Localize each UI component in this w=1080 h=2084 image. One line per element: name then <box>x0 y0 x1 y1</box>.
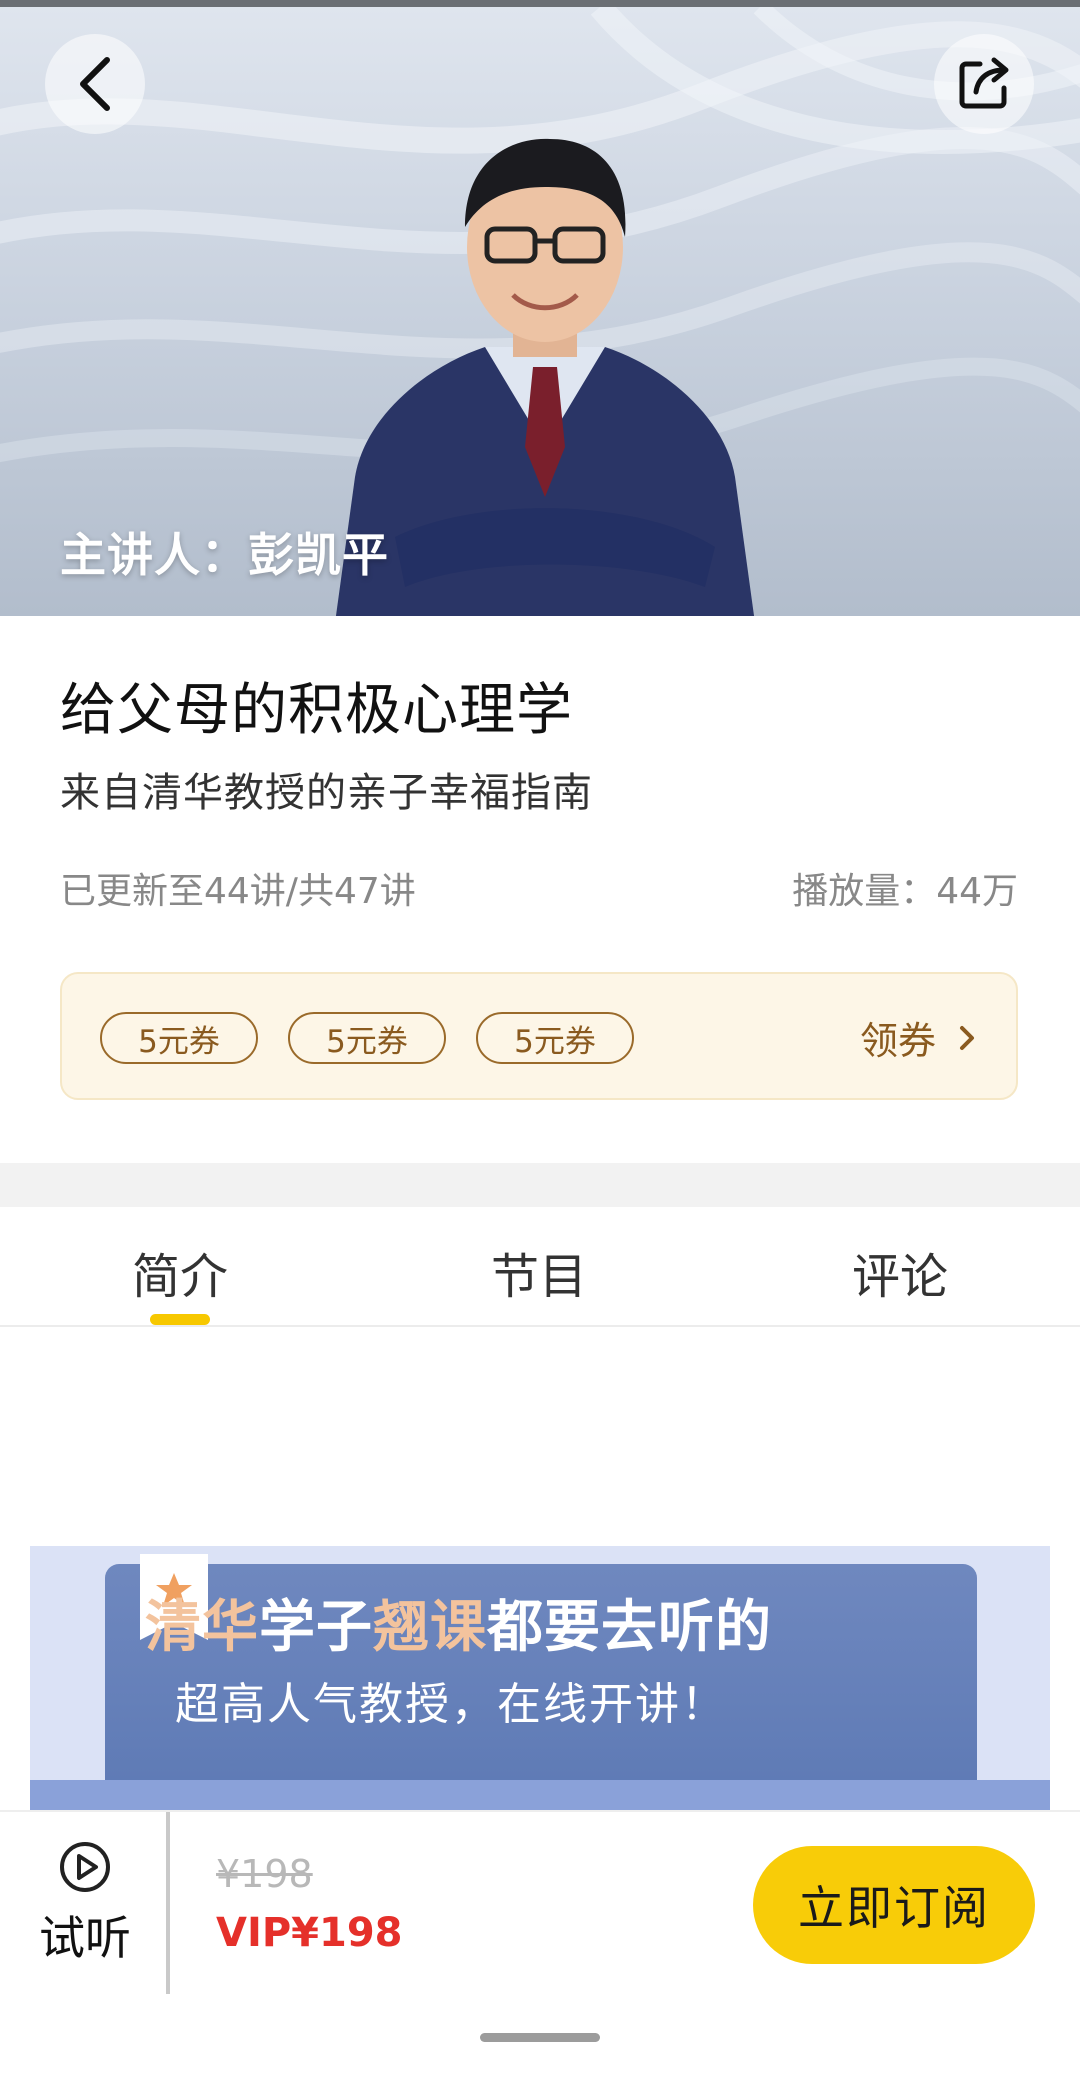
claim-coupon-label: 领券 <box>859 1019 936 1063</box>
coupon-badge[interactable]: 5元券 <box>476 1012 634 1064</box>
share-button[interactable] <box>934 34 1034 134</box>
trial-listen-label: 试听 <box>39 1911 131 1965</box>
active-tab-indicator <box>150 1314 210 1325</box>
banner-footer-strip <box>30 1780 1050 1810</box>
tab-bar: 简介 节目 评论 <box>0 1207 1080 1327</box>
chevron-left-icon <box>80 57 110 111</box>
coupon-panel[interactable]: 5元券 5元券 5元券 领券 <box>60 972 1018 1100</box>
purchase-bar: 试听 ¥198 VIP¥198 立即订阅 <box>0 1810 1080 2084</box>
original-price: ¥198 <box>216 1852 313 1896</box>
play-count: 播放量：44万 <box>792 871 1018 912</box>
back-button[interactable] <box>45 34 145 134</box>
chevron-right-icon <box>960 1025 974 1050</box>
course-title: 给父母的积极心理学 <box>60 678 573 743</box>
tab-program[interactable]: 节目 <box>439 1237 639 1307</box>
course-cover: 主讲人：彭凯平 <box>0 7 1080 616</box>
episode-progress: 已更新至44讲/共47讲 <box>60 871 416 912</box>
vip-price: VIP¥198 <box>216 1910 403 1956</box>
coupon-badge[interactable]: 5元券 <box>288 1012 446 1064</box>
home-indicator[interactable] <box>480 2033 600 2042</box>
promo-headline: 清华学子翘课都要去听的 <box>145 1595 772 1660</box>
coupon-badge[interactable]: 5元券 <box>100 1012 258 1064</box>
trial-listen-button[interactable]: 试听 <box>30 1840 140 1968</box>
status-bar-strip <box>0 0 1080 7</box>
speaker-portrait <box>335 138 755 616</box>
speaker-caption: 主讲人：彭凯平 <box>60 528 389 582</box>
subscribe-button[interactable]: 立即订阅 <box>753 1846 1035 1964</box>
course-subtitle: 来自清华教授的亲子幸福指南 <box>60 770 593 816</box>
claim-coupon-link[interactable]: 领券 <box>860 1010 976 1065</box>
section-divider <box>0 1163 1080 1207</box>
share-icon <box>959 57 1009 109</box>
promo-subline: 超高人气教授，在线开讲！ <box>175 1679 727 1730</box>
promo-banner: 清华学子翘课都要去听的 超高人气教授，在线开讲！ <box>30 1546 1050 1810</box>
play-circle-icon <box>60 1842 110 1892</box>
tab-comments[interactable]: 评论 <box>800 1237 1000 1307</box>
tab-intro[interactable]: 简介 <box>80 1237 280 1307</box>
vertical-divider <box>166 1812 170 1994</box>
